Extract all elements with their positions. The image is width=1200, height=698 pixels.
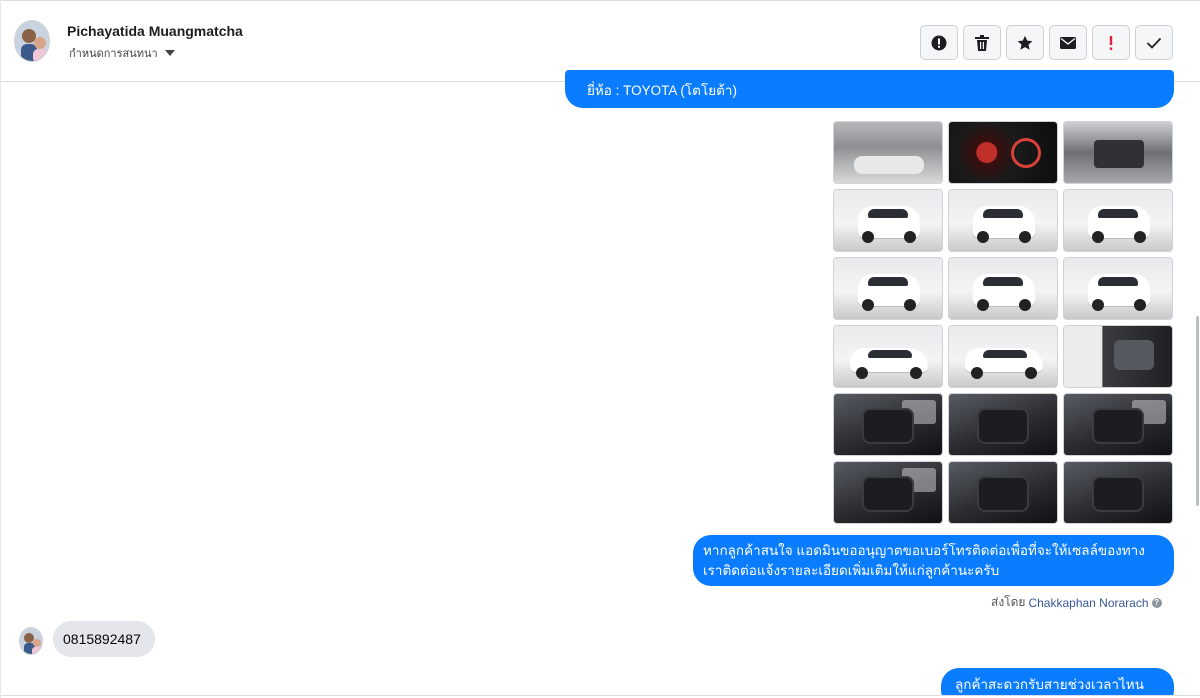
contact-avatar-small bbox=[19, 627, 43, 655]
report-spam-button[interactable] bbox=[920, 25, 958, 60]
delete-button[interactable] bbox=[963, 25, 1001, 60]
star-button[interactable] bbox=[1006, 25, 1044, 60]
rear-photo[interactable] bbox=[1063, 257, 1173, 320]
conversation-settings-dropdown[interactable]: กำหนดการสนทนา bbox=[69, 44, 175, 62]
interior-photo[interactable] bbox=[1063, 461, 1173, 524]
photo-gallery bbox=[833, 121, 1173, 524]
help-icon[interactable]: ? bbox=[1151, 597, 1162, 608]
interior-photo[interactable] bbox=[948, 461, 1058, 524]
incoming-message: 0815892487 bbox=[53, 621, 155, 657]
front-photo[interactable] bbox=[833, 189, 943, 252]
front-photo[interactable] bbox=[1063, 189, 1173, 252]
caret-down-icon bbox=[164, 50, 175, 56]
conversation-toolbar bbox=[920, 25, 1173, 60]
mark-done-button[interactable] bbox=[1135, 25, 1173, 60]
sender-name-link[interactable]: Chakkaphan Norarach bbox=[1028, 596, 1148, 610]
interior-photo[interactable] bbox=[1063, 393, 1173, 456]
exclamation-icon bbox=[1109, 35, 1113, 50]
interior-photo[interactable] bbox=[833, 393, 943, 456]
conversation-settings-label: กำหนดการสนทนา bbox=[69, 48, 158, 60]
contact-name[interactable]: Pichayatida Muangmatcha bbox=[67, 23, 243, 39]
star-icon bbox=[1017, 35, 1033, 50]
message-text: 0815892487 bbox=[63, 631, 141, 647]
interior-photo[interactable] bbox=[948, 393, 1058, 456]
checkmark-icon bbox=[1146, 37, 1162, 49]
dashboard-photo[interactable] bbox=[948, 121, 1058, 184]
rear-photo[interactable] bbox=[833, 257, 943, 320]
front-photo[interactable] bbox=[948, 189, 1058, 252]
mark-unread-button[interactable] bbox=[1049, 25, 1087, 60]
envelope-icon bbox=[1060, 36, 1076, 49]
message-text: ยี่ห้อ : TOYOTA (โตโยต้า) bbox=[587, 83, 737, 98]
sent-by-label: ส่งโดย Chakkaphan Norarach ? bbox=[991, 593, 1162, 612]
scrollbar[interactable] bbox=[1196, 316, 1199, 506]
interior-photo[interactable] bbox=[833, 461, 943, 524]
outgoing-message: ยี่ห้อ : TOYOTA (โตโยต้า) bbox=[565, 70, 1174, 108]
inbox-conversation-view: Pichayatida Muangmatcha กำหนดการสนทนา ยี… bbox=[0, 0, 1200, 698]
alert-circle-icon bbox=[931, 35, 947, 50]
outgoing-message: หากลูกค้าสนใจ แอดมินขออนุญาตขอเบอร์โทรติ… bbox=[693, 535, 1174, 586]
side-photo[interactable] bbox=[948, 325, 1058, 388]
cabin-photo[interactable] bbox=[833, 121, 943, 184]
door-photo[interactable] bbox=[1063, 325, 1173, 388]
trash-icon bbox=[975, 34, 989, 51]
outgoing-message: ลูกค้าสะดวกรับสายช่วงเวลาไหนครับ bbox=[941, 668, 1174, 698]
contact-avatar[interactable] bbox=[14, 20, 50, 62]
message-text: หากลูกค้าสนใจ แอดมินขออนุญาตขอเบอร์โทรติ… bbox=[703, 543, 1145, 578]
side-photo[interactable] bbox=[833, 325, 943, 388]
engine-photo[interactable] bbox=[1063, 121, 1173, 184]
sent-by-prefix: ส่งโดย bbox=[991, 595, 1026, 609]
mark-important-button[interactable] bbox=[1092, 25, 1130, 60]
rear-photo[interactable] bbox=[948, 257, 1058, 320]
